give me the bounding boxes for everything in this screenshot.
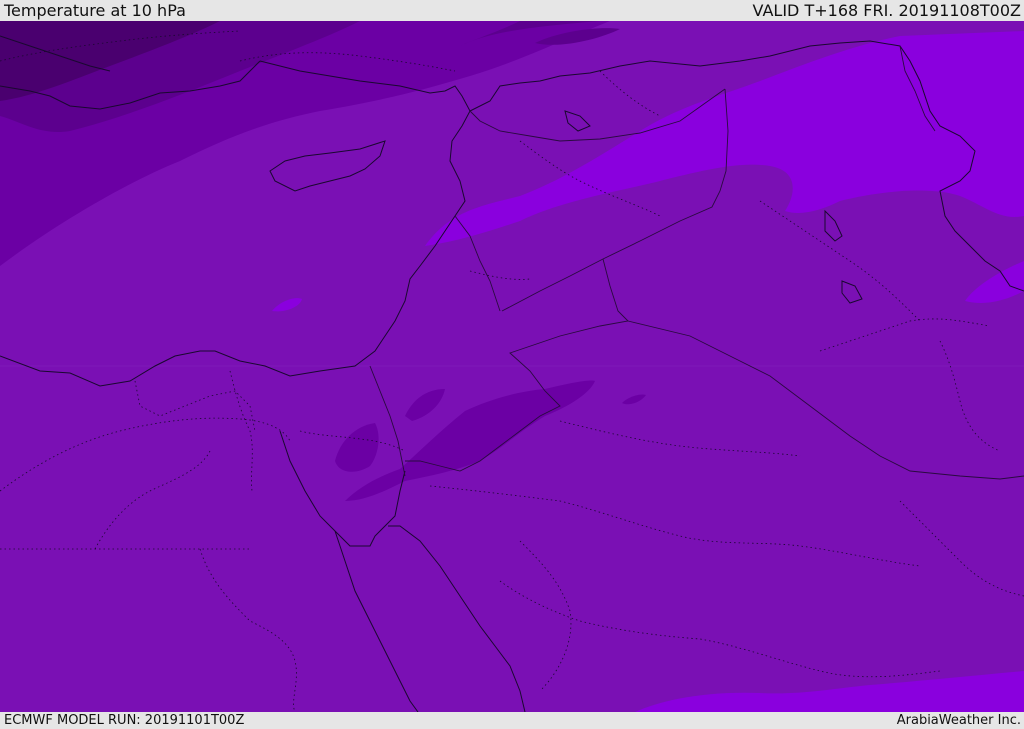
temperature-map [0,21,1024,712]
map-canvas [0,21,1024,712]
valid-time: VALID T+168 FRI. 20191108T00Z [752,1,1021,20]
model-run: ECMWF MODEL RUN: 20191101T00Z [4,713,245,728]
map-title: Temperature at 10 hPa [4,1,186,20]
credit: ArabiaWeather Inc. [896,713,1021,728]
footer-bar: ECMWF MODEL RUN: 20191101T00Z ArabiaWeat… [0,712,1024,729]
header-bar: Temperature at 10 hPa VALID T+168 FRI. 2… [0,0,1024,21]
